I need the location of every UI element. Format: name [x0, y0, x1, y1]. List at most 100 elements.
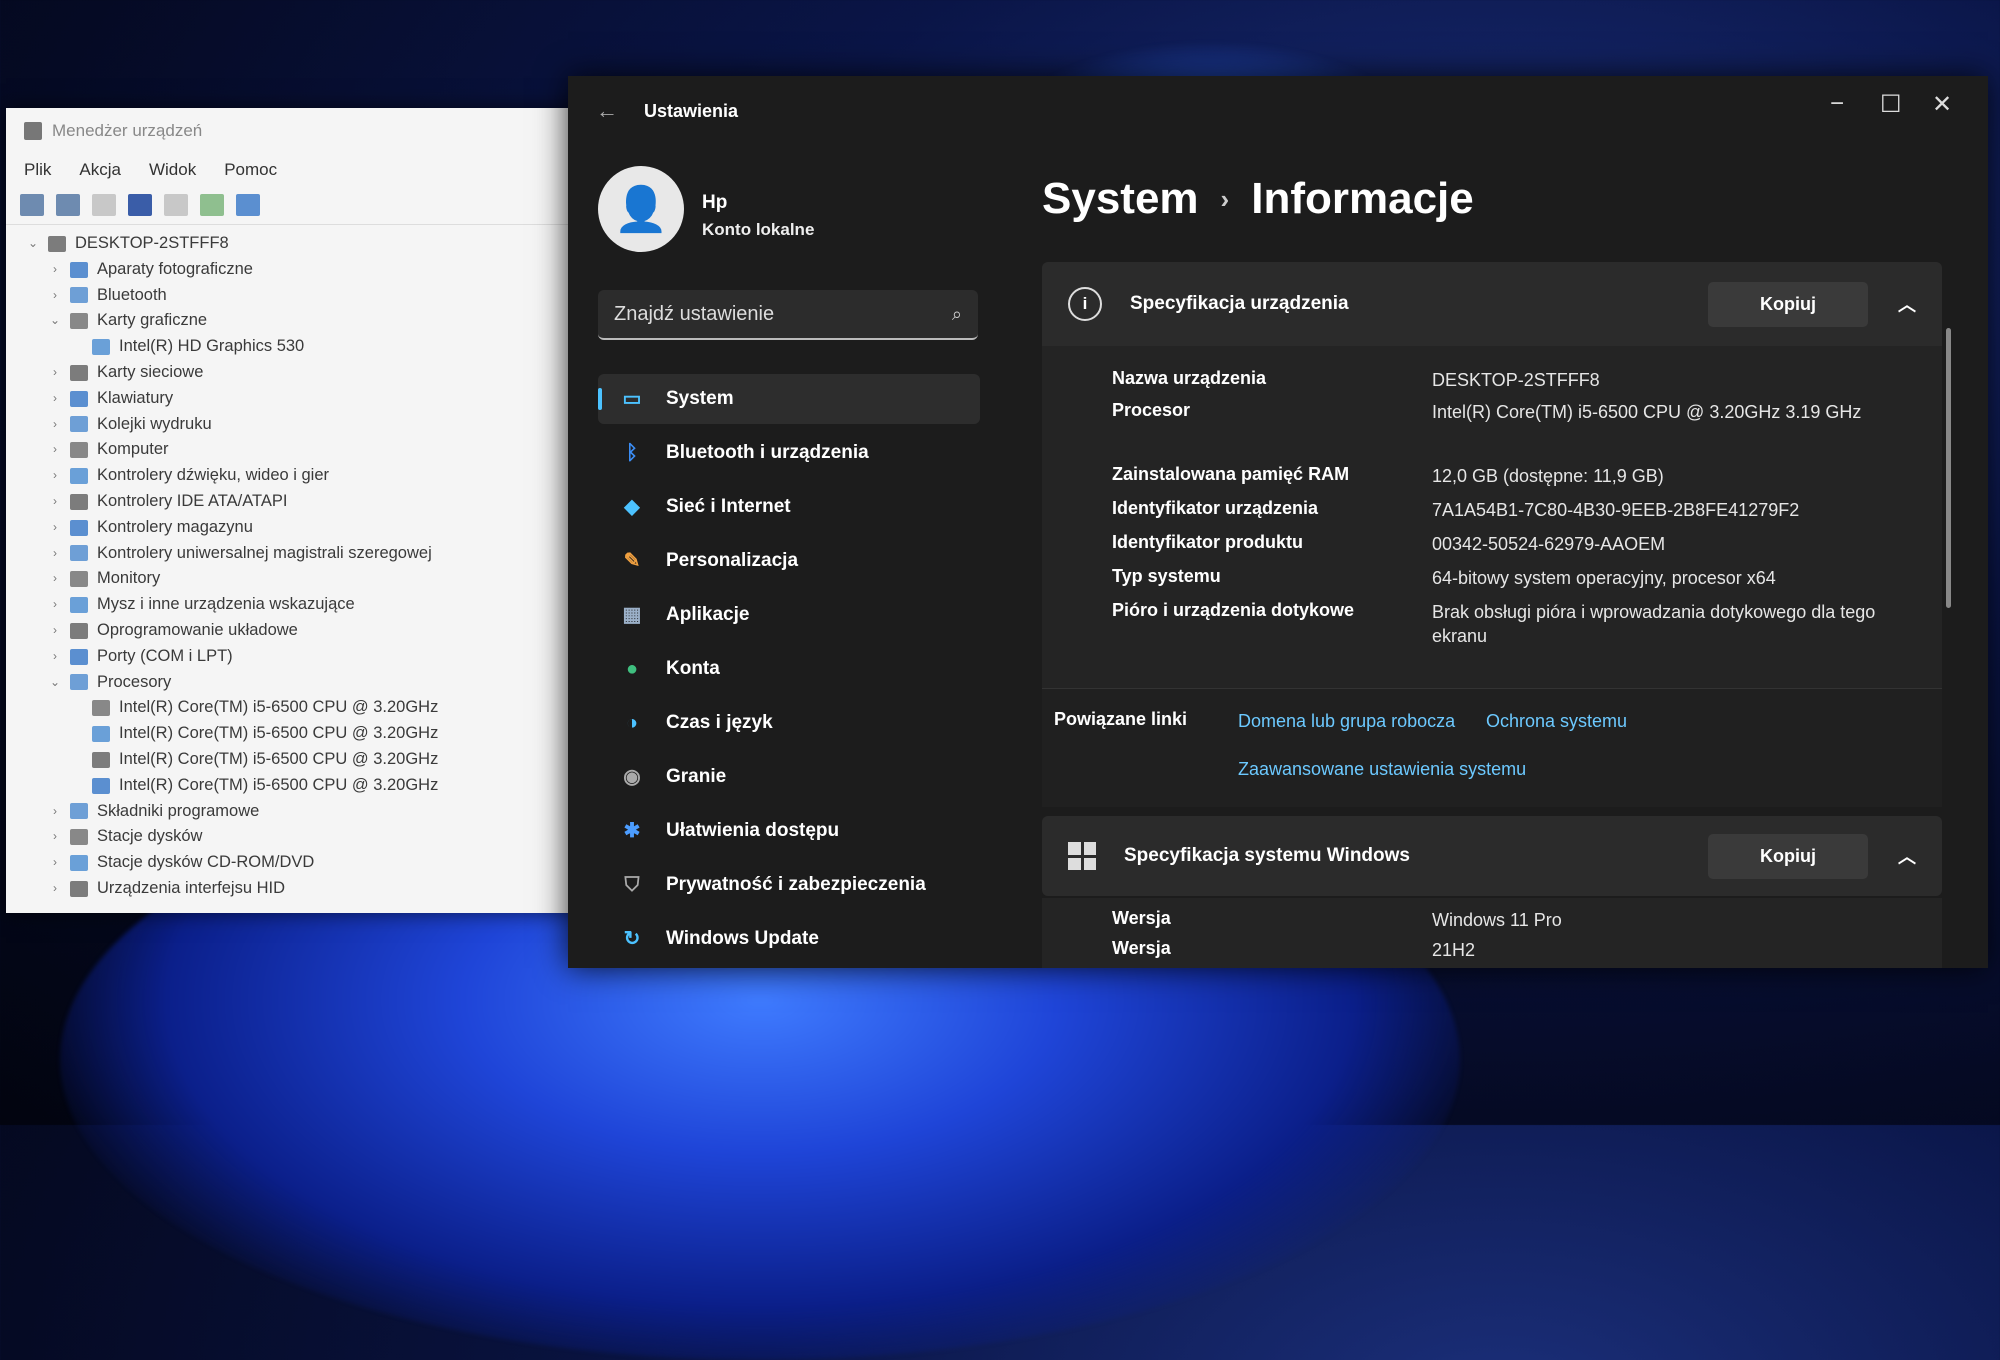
chevron-right-icon[interactable]: ›	[48, 412, 62, 438]
chevron-right-icon[interactable]: ›	[48, 360, 62, 386]
nav-item[interactable]: ▭ System	[598, 374, 980, 424]
tree-node-label: Kontrolery uniwersalnej magistrali szere…	[97, 543, 432, 562]
close-icon[interactable]: ✕	[1932, 90, 1952, 119]
tree-node[interactable]: › Kontrolery dźwięku, wideo i gier	[26, 463, 596, 489]
tree-node[interactable]: ⌄ Karty graficzne	[26, 308, 596, 334]
tree-node-label: Intel(R) Core(TM) i5-6500 CPU @ 3.20GHz	[119, 724, 439, 743]
tree-node[interactable]: › Aparaty fotograficzne	[26, 257, 596, 283]
tree-node[interactable]: › Oprogramowanie układowe	[26, 618, 596, 644]
tree-node[interactable]: › Stacje dysków CD-ROM/DVD	[26, 850, 596, 876]
nav-item[interactable]: ✱ Ułatwienia dostępu	[598, 806, 980, 856]
tree-node[interactable]: › Mysz i inne urządzenia wskazujące	[26, 592, 596, 618]
tree-node[interactable]: Intel(R) HD Graphics 530	[26, 334, 596, 360]
copy-windows-specs-button[interactable]: Kopiuj	[1708, 833, 1868, 879]
maximize-icon[interactable]: ☐	[1880, 90, 1902, 119]
properties-icon[interactable]	[92, 194, 116, 216]
chevron-right-icon[interactable]: ›	[48, 799, 62, 825]
nav-item[interactable]: ✎ Personalizacja	[598, 536, 980, 586]
tree-node[interactable]: › Porty (COM i LPT)	[26, 644, 596, 670]
breadcrumb-parent[interactable]: System	[1042, 174, 1199, 224]
back-arrow-icon[interactable]	[20, 194, 44, 216]
device-manager-icon	[24, 122, 42, 140]
tree-node[interactable]: › Klawiatury	[26, 386, 596, 412]
nav-item[interactable]: ↻ Windows Update	[598, 914, 980, 964]
chevron-right-icon[interactable]: ›	[48, 386, 62, 412]
tree-node[interactable]: › Kontrolery IDE ATA/ATAPI	[26, 489, 596, 515]
chevron-up-icon[interactable]: ︿	[1898, 291, 1916, 317]
tree-node[interactable]: ⌄ Procesory	[26, 670, 596, 696]
link-system-protection[interactable]: Ochrona systemu	[1486, 711, 1627, 732]
settings-window[interactable]: ← Ustawienia − ☐ ✕ 👤 Hp Konto lokalne Zn…	[568, 76, 1988, 968]
nav-item[interactable]: ⛉ Prywatność i zabezpieczenia	[598, 860, 980, 910]
tree-node[interactable]: › Kontrolery magazynu	[26, 515, 596, 541]
search-icon[interactable]: ⌕	[952, 304, 962, 325]
tree-node[interactable]: Intel(R) Core(TM) i5-6500 CPU @ 3.20GHz	[26, 721, 596, 747]
scrollbar[interactable]	[1946, 328, 1951, 608]
tree-node[interactable]: › Urządzenia interfejsu HID	[26, 876, 596, 902]
menu-widok[interactable]: Widok	[149, 160, 196, 180]
device-manager-window[interactable]: Menedżer urządzeń Plik Akcja Widok Pomoc…	[6, 108, 596, 913]
chevron-right-icon[interactable]: ›	[48, 489, 62, 515]
tree-node[interactable]: › Komputer	[26, 437, 596, 463]
chevron-right-icon[interactable]: ›	[48, 618, 62, 644]
forward-arrow-icon[interactable]	[56, 194, 80, 216]
monitor-icon[interactable]	[236, 194, 260, 216]
chevron-right-icon[interactable]: ›	[48, 541, 62, 567]
nav-item[interactable]: ▦ Aplikacje	[598, 590, 980, 640]
chevron-right-icon[interactable]: ›	[48, 463, 62, 489]
link-domain-workgroup[interactable]: Domena lub grupa robocza	[1238, 711, 1455, 732]
device-specs-header[interactable]: i Specyfikacja urządzenia Kopiuj ︿	[1042, 262, 1942, 346]
link-advanced-system-settings[interactable]: Zaawansowane ustawienia systemu	[1238, 759, 1526, 780]
tree-node[interactable]: › Monitory	[26, 566, 596, 592]
nav-item[interactable]: ᛒ Bluetooth i urządzenia	[598, 428, 980, 478]
chevron-right-icon[interactable]: ›	[48, 437, 62, 463]
details-icon[interactable]	[164, 194, 188, 216]
user-avatar[interactable]: 👤	[598, 166, 684, 252]
chevron-right-icon[interactable]: ›	[48, 592, 62, 618]
tree-node[interactable]: Intel(R) Core(TM) i5-6500 CPU @ 3.20GHz	[26, 773, 596, 799]
chevron-up-icon[interactable]: ︿	[1898, 843, 1916, 869]
chevron-right-icon[interactable]: ›	[48, 515, 62, 541]
chevron-right-icon[interactable]: ›	[48, 566, 62, 592]
scan-hardware-icon[interactable]	[200, 194, 224, 216]
nav-item[interactable]: ● Konta	[598, 644, 980, 694]
windows-specs-card[interactable]: Specyfikacja systemu Windows Kopiuj ︿	[1042, 816, 1942, 896]
devmgr-titlebar[interactable]: Menedżer urządzeń	[6, 108, 596, 154]
chevron-right-icon[interactable]: ›	[48, 283, 62, 309]
tree-node[interactable]: › Karty sieciowe	[26, 360, 596, 386]
spec-value: 64-bitowy system operacyjny, procesor x6…	[1432, 568, 1776, 588]
tree-node[interactable]: › Składniki programowe	[26, 799, 596, 825]
spec-value: 7A1A54B1-7C80-4B30-9EEB-2B8FE41279F2	[1432, 500, 1800, 520]
windows-specs-header[interactable]: Specyfikacja systemu Windows Kopiuj ︿	[1042, 816, 1942, 896]
nav-item[interactable]: ◑ Czas i język	[598, 698, 980, 748]
spec-value: DESKTOP-2STFFF8	[1432, 370, 1600, 390]
help-icon[interactable]	[128, 194, 152, 216]
chevron-right-icon[interactable]: ›	[48, 644, 62, 670]
nav-item-label: Bluetooth i urządzenia	[666, 442, 869, 463]
search-input[interactable]: Znajdź ustawienie ⌕	[598, 290, 978, 340]
chevron-right-icon[interactable]: ›	[48, 876, 62, 902]
chevron-right-icon[interactable]: ›	[48, 824, 62, 850]
minimize-icon[interactable]: −	[1830, 90, 1844, 118]
tree-node[interactable]: ⌄ DESKTOP-2STFFF8	[26, 231, 596, 257]
chevron-down-icon[interactable]: ⌄	[48, 308, 62, 334]
menu-akcja[interactable]: Akcja	[79, 160, 121, 180]
tree-node[interactable]: Intel(R) Core(TM) i5-6500 CPU @ 3.20GHz	[26, 695, 596, 721]
device-category-icon	[70, 442, 88, 459]
menu-pomoc[interactable]: Pomoc	[224, 160, 277, 180]
tree-node[interactable]: › Bluetooth	[26, 283, 596, 309]
copy-device-specs-button[interactable]: Kopiuj	[1708, 281, 1868, 327]
chevron-down-icon[interactable]: ⌄	[26, 231, 40, 257]
tree-node[interactable]: › Kontrolery uniwersalnej magistrali szer…	[26, 541, 596, 567]
tree-node[interactable]: › Stacje dysków	[26, 824, 596, 850]
nav-item[interactable]: ◉ Granie	[598, 752, 980, 802]
chevron-right-icon[interactable]: ›	[48, 850, 62, 876]
tree-node[interactable]: › Kolejki wydruku	[26, 412, 596, 438]
back-icon[interactable]: ←	[596, 98, 618, 124]
chevron-down-icon[interactable]: ⌄	[48, 670, 62, 696]
menu-plik[interactable]: Plik	[24, 160, 51, 180]
chevron-right-icon[interactable]: ›	[48, 257, 62, 283]
tree-node[interactable]: Intel(R) Core(TM) i5-6500 CPU @ 3.20GHz	[26, 747, 596, 773]
nav-item[interactable]: ◆ Sieć i Internet	[598, 482, 980, 532]
spec-key: Nazwa urządzenia	[1112, 368, 1267, 388]
